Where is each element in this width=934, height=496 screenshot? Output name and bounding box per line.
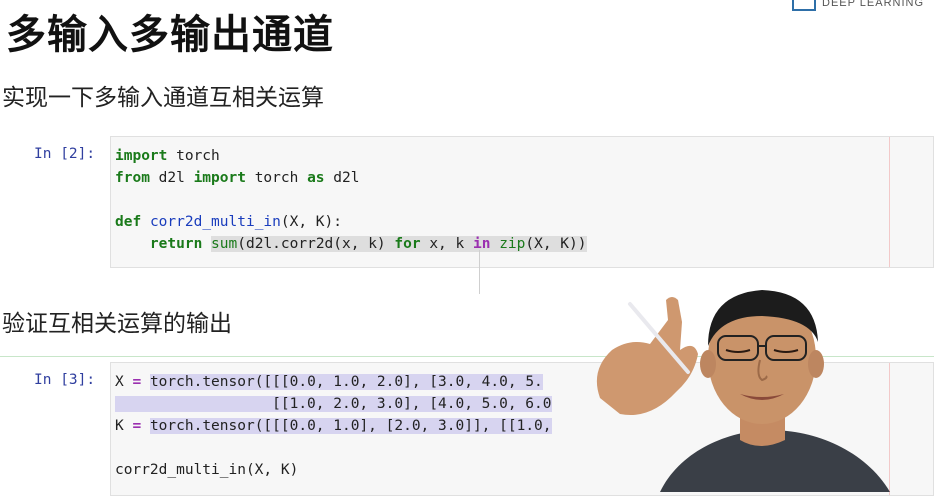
code-line-3: K = torch.tensor([[[0.0, 1.0], [2.0, 3.0… — [115, 418, 552, 434]
code-line-4: def corr2d_multi_in(X, K): — [115, 214, 342, 230]
section-heading-verify: 验证互相关运算的输出 — [2, 311, 232, 337]
code-line-1: X = torch.tensor([[[0.0, 1.0, 2.0], [3.0… — [115, 374, 543, 390]
cell-prompt: In [3]: — [34, 372, 96, 388]
notebook-cell-2[interactable]: In [2]: import torch from d2l import tor… — [0, 136, 934, 270]
code-line-5: corr2d_multi_in(X, K) — [115, 462, 299, 478]
code-line-5: return sum(d2l.corr2d(x, k) for x, k in … — [149, 236, 587, 252]
logo-icon — [792, 0, 816, 11]
presenter-video — [596, 290, 890, 492]
ruler-line — [889, 137, 890, 267]
code-block[interactable]: X = torch.tensor([[[0.0, 1.0, 2.0], [3.0… — [115, 371, 552, 481]
code-line-1: import torch — [115, 148, 220, 164]
code-line-2: [[1.0, 2.0, 3.0], [4.0, 5.0, 6.0 — [115, 396, 552, 412]
code-editor[interactable]: import torch from d2l import torch as d2… — [110, 136, 934, 268]
section-heading-implementation: 实现一下多输入通道互相关运算 — [2, 85, 324, 111]
brand-text: DEEP LEARNING — [822, 0, 925, 9]
brand-logo: DEEP LEARNING — [792, 0, 924, 12]
text-cursor-guide — [479, 250, 480, 294]
cell-prompt: In [2]: — [34, 146, 96, 162]
page-title: 多输入多输出通道 — [6, 12, 334, 58]
code-block[interactable]: import torch from d2l import torch as d2… — [115, 145, 587, 255]
code-line-2: from d2l import torch as d2l — [115, 170, 360, 186]
